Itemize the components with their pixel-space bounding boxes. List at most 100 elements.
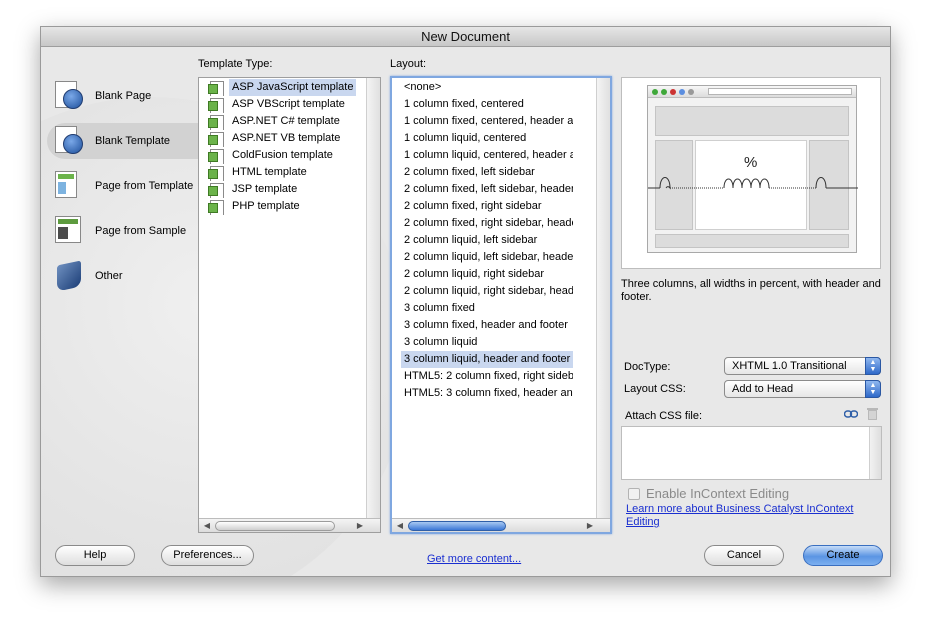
template-file-icon bbox=[208, 199, 226, 215]
template-type-item[interactable]: JSP template bbox=[199, 181, 380, 198]
scroll-left-arrow-icon[interactable]: ◀ bbox=[394, 520, 406, 532]
layout-css-label: Layout CSS: bbox=[624, 383, 686, 395]
template-type-horizontal-scrollbar[interactable]: ◀ ▶ bbox=[199, 518, 380, 532]
create-button[interactable]: Create bbox=[803, 545, 883, 566]
layout-css-select[interactable]: Add to Head ▲ ▼ bbox=[724, 380, 881, 398]
enable-incontext-checkbox[interactable]: Enable InContext Editing bbox=[628, 486, 789, 501]
template-type-item[interactable]: HTML template bbox=[199, 164, 380, 181]
category-blank-template[interactable]: Blank Template bbox=[47, 123, 199, 159]
liquid-spring-icon bbox=[648, 177, 858, 190]
layout-item[interactable]: 1 column fixed, centered, header and foo… bbox=[401, 113, 573, 130]
back-icon bbox=[652, 89, 658, 95]
cancel-button[interactable]: Cancel bbox=[704, 545, 784, 566]
layout-item[interactable]: 2 column liquid, left sidebar, header an… bbox=[401, 249, 573, 266]
category-label: Page from Sample bbox=[95, 225, 187, 237]
template-file-icon bbox=[208, 182, 226, 198]
browser-mockup: % bbox=[647, 85, 858, 253]
refresh-icon bbox=[679, 89, 685, 95]
learn-more-link[interactable]: Learn more about Business Catalyst InCon… bbox=[626, 503, 886, 529]
layout-item[interactable]: 1 column liquid, centered, header and fo… bbox=[401, 147, 573, 164]
layout-css-value: Add to Head bbox=[732, 383, 794, 395]
chevron-updown-icon: ▲ ▼ bbox=[865, 357, 881, 375]
doctype-value: XHTML 1.0 Transitional bbox=[732, 360, 847, 372]
checkbox-label: Enable InContext Editing bbox=[646, 486, 790, 501]
help-button[interactable]: Help bbox=[55, 545, 135, 566]
layout-item[interactable]: 2 column liquid, right sidebar, header a… bbox=[401, 283, 573, 300]
template-type-item[interactable]: ASP JavaScript template bbox=[199, 79, 380, 96]
doctype-select[interactable]: XHTML 1.0 Transitional ▲ ▼ bbox=[724, 357, 881, 375]
scroll-thumb[interactable] bbox=[408, 521, 506, 531]
category-blank-page[interactable]: Blank Page bbox=[47, 78, 199, 114]
attach-css-scrollbar[interactable] bbox=[869, 427, 881, 479]
layout-item[interactable]: <none> bbox=[401, 79, 573, 96]
layout-item[interactable]: 1 column liquid, centered bbox=[401, 130, 573, 147]
attach-css-label: Attach CSS file: bbox=[625, 410, 703, 422]
preview-footer-block bbox=[655, 234, 849, 248]
template-type-list[interactable]: ASP JavaScript template ASP VBScript temp… bbox=[198, 77, 381, 533]
preview-header-block bbox=[655, 106, 849, 136]
layout-item[interactable]: 3 column liquid bbox=[401, 334, 573, 351]
blank-page-icon bbox=[53, 79, 87, 113]
preferences-button[interactable]: Preferences... bbox=[161, 545, 254, 566]
browser-toolbar bbox=[648, 86, 856, 98]
template-type-item[interactable]: ColdFusion template bbox=[199, 147, 380, 164]
category-label: Blank Page bbox=[95, 90, 152, 102]
layout-item[interactable]: 2 column fixed, left sidebar bbox=[401, 164, 573, 181]
layout-item[interactable]: 2 column liquid, right sidebar bbox=[401, 266, 573, 283]
template-type-item-label: ASP.NET VB template bbox=[232, 132, 341, 144]
layout-preview: % bbox=[621, 77, 881, 269]
template-file-icon bbox=[208, 131, 226, 147]
template-type-label: Template Type: bbox=[198, 58, 273, 70]
category-label: Blank Template bbox=[95, 135, 171, 147]
layout-item[interactable]: 3 column fixed bbox=[401, 300, 573, 317]
layout-item[interactable]: 2 column liquid, left sidebar bbox=[401, 232, 573, 249]
page-from-template-icon bbox=[53, 169, 87, 203]
window-title: New Document bbox=[41, 27, 890, 47]
layout-item[interactable]: 2 column fixed, right sidebar, header an… bbox=[401, 215, 573, 232]
template-type-item[interactable]: PHP template bbox=[199, 198, 380, 215]
checkbox-box[interactable] bbox=[628, 487, 640, 500]
category-page-from-sample[interactable]: Page from Sample bbox=[47, 213, 199, 249]
scroll-left-arrow-icon[interactable]: ◀ bbox=[201, 520, 213, 532]
scroll-thumb[interactable] bbox=[215, 521, 335, 531]
template-type-item[interactable]: ASP.NET C# template bbox=[199, 113, 380, 130]
template-type-item-label: JSP template bbox=[232, 183, 298, 195]
template-type-item[interactable]: ASP.NET VB template bbox=[199, 130, 380, 147]
layout-horizontal-scrollbar[interactable]: ◀ ▶ bbox=[392, 518, 610, 532]
layout-item[interactable]: 2 column fixed, right sidebar bbox=[401, 198, 573, 215]
layout-list[interactable]: <none> 1 column fixed, centered 1 column f… bbox=[390, 76, 612, 534]
attach-css-list[interactable] bbox=[621, 426, 882, 480]
url-bar bbox=[708, 88, 852, 95]
get-more-content-link[interactable]: Get more content... bbox=[427, 553, 521, 565]
category-page-from-template[interactable]: Page from Template bbox=[47, 168, 199, 204]
page-from-sample-icon bbox=[53, 214, 87, 248]
scroll-right-arrow-icon[interactable]: ▶ bbox=[354, 520, 366, 532]
template-file-icon bbox=[208, 80, 226, 96]
home-icon bbox=[688, 89, 694, 95]
new-document-dialog: New Document Blank Page Blank Template P… bbox=[40, 26, 891, 577]
template-type-item-label: ASP VBScript template bbox=[232, 98, 345, 110]
layout-item[interactable]: HTML5: 2 column fixed, right sidebar, he… bbox=[401, 368, 573, 385]
layout-description: Three columns, all widths in percent, wi… bbox=[621, 278, 881, 303]
layout-item[interactable]: HTML5: 3 column fixed, header and footer bbox=[401, 385, 573, 402]
template-type-item-label: PHP template bbox=[232, 200, 300, 212]
category-label: Other bbox=[95, 270, 123, 282]
stop-icon bbox=[670, 89, 676, 95]
scroll-right-arrow-icon[interactable]: ▶ bbox=[584, 520, 596, 532]
category-other[interactable]: Other bbox=[47, 258, 199, 294]
template-type-item-label: ColdFusion template bbox=[232, 149, 333, 161]
template-file-icon bbox=[208, 114, 226, 130]
link-icon[interactable] bbox=[844, 409, 858, 419]
layout-item[interactable]: 3 column liquid, header and footer bbox=[401, 351, 573, 368]
template-type-item-label: HTML template bbox=[232, 166, 307, 178]
trash-icon[interactable] bbox=[867, 407, 878, 420]
category-label: Page from Template bbox=[95, 180, 194, 192]
layout-item[interactable]: 2 column fixed, left sidebar, header and… bbox=[401, 181, 573, 198]
layout-vertical-scrollbar[interactable] bbox=[596, 78, 610, 518]
layout-item[interactable]: 3 column fixed, header and footer bbox=[401, 317, 573, 334]
other-icon bbox=[53, 259, 87, 293]
template-type-item[interactable]: ASP VBScript template bbox=[199, 96, 380, 113]
template-type-vertical-scrollbar[interactable] bbox=[366, 78, 380, 518]
chevron-updown-icon: ▲ ▼ bbox=[865, 380, 881, 398]
layout-item[interactable]: 1 column fixed, centered bbox=[401, 96, 573, 113]
